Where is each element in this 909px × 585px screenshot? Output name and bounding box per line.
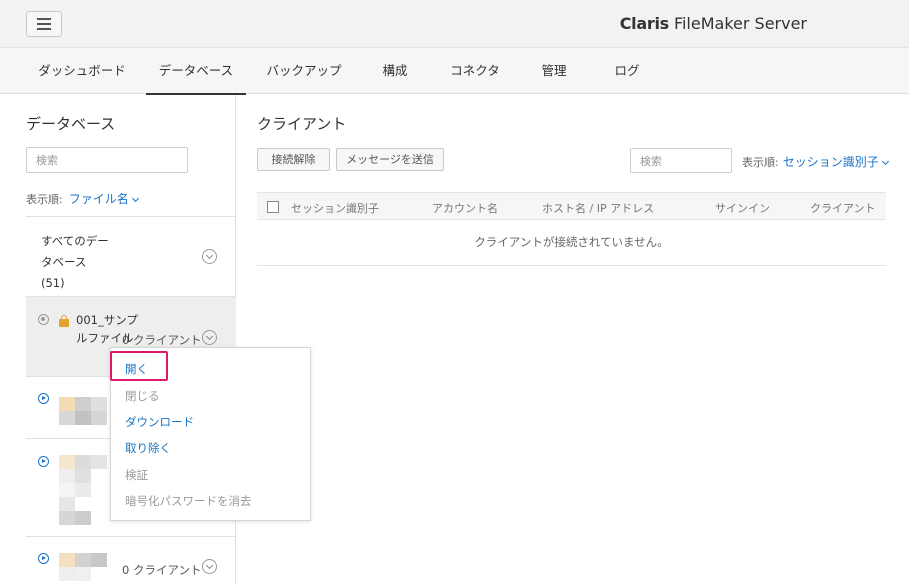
client-count: 0 クライアント (122, 333, 202, 347)
app-header: Claris FileMaker Server (0, 0, 909, 48)
tab-logs[interactable]: ログ (606, 48, 648, 94)
send-message-button[interactable]: メッセージを送信 (336, 148, 444, 171)
client-search-input[interactable]: 検索 (630, 148, 732, 173)
menu-item-close: 閉じる (125, 389, 160, 403)
tab-backup[interactable]: バックアップ (262, 48, 346, 94)
client-sort-label: 表示順: (742, 156, 779, 169)
no-clients-message: クライアントが接続されていません。 (257, 221, 886, 266)
chevron-down-icon[interactable] (202, 249, 217, 264)
column-client[interactable]: クライアント (810, 200, 876, 216)
client-sort-dropdown[interactable]: セッション識別子 (783, 155, 889, 169)
play-circle-icon (38, 393, 49, 404)
chevron-down-icon[interactable] (202, 330, 217, 345)
hamburger-icon[interactable] (26, 11, 62, 37)
database-sort-row: 表示順: ファイル名 (26, 190, 139, 207)
open-highlight-box (110, 351, 168, 381)
database-panel-title: データベース (26, 115, 116, 133)
chevron-down-icon[interactable] (202, 559, 217, 574)
tab-connectors[interactable]: コネクタ (442, 48, 508, 94)
select-all-checkbox[interactable] (267, 201, 279, 213)
database-search-input[interactable]: 検索 (26, 147, 188, 173)
database-sort-label: 表示順: (26, 193, 63, 206)
tab-databases[interactable]: データベース (146, 48, 246, 95)
disconnect-button[interactable]: 接続解除 (257, 148, 330, 171)
column-session-id[interactable]: セッション識別子 (291, 200, 379, 216)
brand-logo: Claris FileMaker Server (619, 14, 807, 33)
column-sign-in[interactable]: サインイン (715, 200, 770, 216)
database-sort-dropdown[interactable]: ファイル名 (69, 192, 139, 206)
menu-item-remove[interactable]: 取り除く (125, 440, 171, 456)
stopped-circle-icon (38, 314, 49, 325)
all-databases-label: すべてのデータベース (51) (41, 234, 109, 290)
clients-table-header: セッション識別子 アカウント名 ホスト名 / IP アドレス サインイン クライ… (257, 192, 886, 220)
column-account-name[interactable]: アカウント名 (432, 200, 498, 216)
client-sort-row: 表示順: セッション識別子 (742, 153, 889, 170)
tab-dashboard[interactable]: ダッシュボード (30, 48, 134, 94)
lock-icon (59, 315, 69, 327)
menu-item-download[interactable]: ダウンロード (125, 414, 194, 430)
tab-administration[interactable]: 管理 (533, 48, 575, 94)
tab-configuration[interactable]: 構成 (374, 48, 416, 94)
menu-item-clear-encryption-password: 暗号化パスワードを消去 (125, 494, 252, 508)
column-host-ip[interactable]: ホスト名 / IP アドレス (542, 200, 654, 216)
menu-item-verify: 検証 (125, 468, 148, 482)
all-databases-item[interactable]: すべてのデータベース (51) (26, 216, 236, 297)
play-circle-icon (38, 456, 49, 467)
clients-title: クライアント (257, 115, 347, 133)
main-nav: ダッシュボード データベース バックアップ 構成 コネクタ 管理 ログ (0, 48, 909, 95)
chevron-down-icon (131, 194, 139, 203)
database-item[interactable]: 0 クライアント (26, 537, 236, 585)
chevron-down-icon (881, 157, 889, 166)
play-circle-icon (38, 553, 49, 564)
client-count: 0 クライアント (122, 563, 202, 577)
